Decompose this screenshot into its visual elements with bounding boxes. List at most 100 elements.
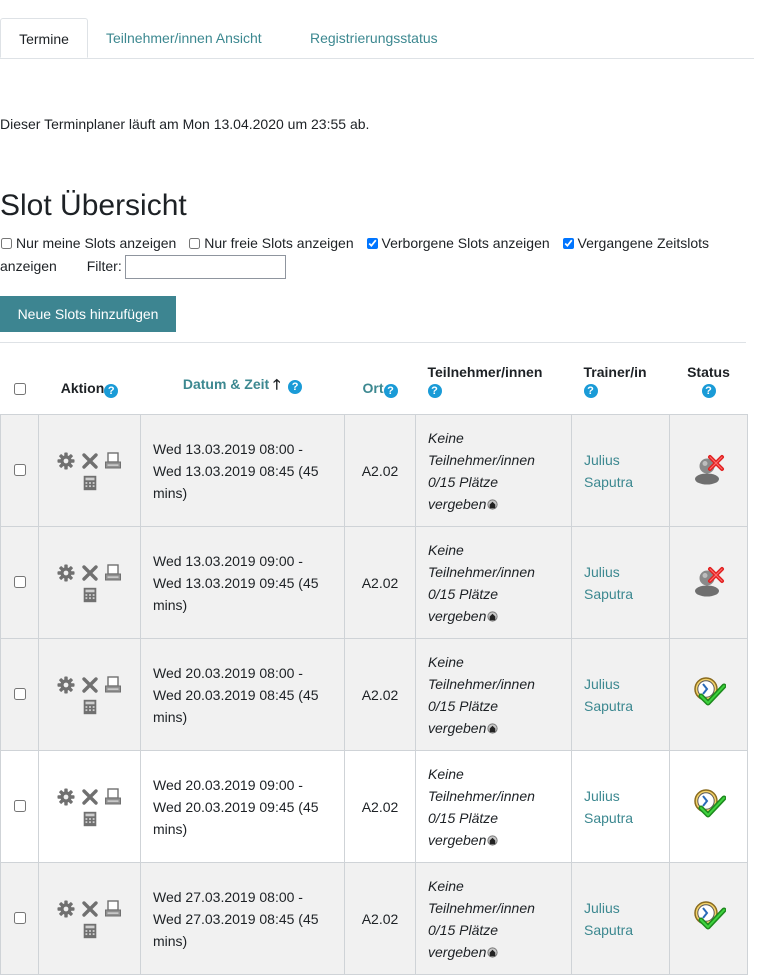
print-icon[interactable] bbox=[103, 451, 123, 471]
tab-teilnehmer-ansicht[interactable]: Teilnehmer/innen Ansicht bbox=[106, 18, 262, 58]
datetime-header[interactable]: Datum & Zeit 🡑 ? bbox=[141, 344, 345, 415]
row-select-cell bbox=[0, 526, 39, 639]
table-row: Wed 20.03.2019 08:00 - Wed 20.03.2019 08:… bbox=[0, 638, 748, 751]
datetime-cell: Wed 20.03.2019 09:00 - Wed 20.03.2019 09:… bbox=[140, 750, 345, 863]
action-cell bbox=[38, 862, 141, 975]
slot-info-icon[interactable] bbox=[486, 834, 499, 847]
table-row: Wed 20.03.2019 09:00 - Wed 20.03.2019 09:… bbox=[0, 750, 748, 863]
participants-cell: Keine Teilnehmer/innen 0/15 Plätze vergeb… bbox=[415, 750, 572, 863]
delete-icon[interactable] bbox=[80, 563, 100, 583]
settings-gear-icon[interactable] bbox=[56, 563, 76, 583]
action-cell bbox=[38, 750, 141, 863]
location-cell: A2.02 bbox=[344, 862, 416, 975]
action-cell bbox=[38, 414, 141, 527]
slot-info-icon[interactable] bbox=[486, 722, 499, 735]
print-icon[interactable] bbox=[103, 787, 123, 807]
filter-label: Filter: bbox=[86, 258, 122, 274]
help-icon[interactable]: ? bbox=[104, 384, 119, 398]
settings-gear-icon[interactable] bbox=[56, 899, 76, 919]
row-checkbox[interactable] bbox=[13, 575, 26, 588]
calculator-icon[interactable] bbox=[81, 698, 99, 716]
help-icon[interactable]: ? bbox=[427, 384, 442, 398]
show-past-checkbox[interactable] bbox=[562, 238, 574, 249]
print-icon[interactable] bbox=[103, 899, 123, 919]
calculator-icon[interactable] bbox=[81, 474, 99, 492]
trainer-cell[interactable]: Julius Saputra bbox=[571, 750, 670, 863]
settings-gear-icon[interactable] bbox=[56, 675, 76, 695]
help-icon[interactable]: ? bbox=[383, 384, 398, 398]
row-select-cell bbox=[0, 862, 39, 975]
help-icon[interactable]: ? bbox=[583, 384, 598, 398]
participants-header: Teilnehmer/innen? bbox=[427, 364, 543, 398]
datetime-cell: Wed 13.03.2019 08:00 - Wed 13.03.2019 08:… bbox=[140, 414, 345, 527]
trainer-cell[interactable]: Julius Saputra bbox=[571, 638, 670, 751]
show-past-option[interactable]: Vergangene Zeitslots bbox=[562, 235, 709, 251]
row-checkbox[interactable] bbox=[13, 687, 26, 700]
table-row: Wed 13.03.2019 09:00 - Wed 13.03.2019 09:… bbox=[0, 526, 748, 639]
add-slots-button[interactable]: Neue Slots hinzufügen bbox=[0, 296, 176, 332]
page-title: Slot Übersicht bbox=[0, 189, 187, 222]
row-select-cell bbox=[0, 414, 39, 527]
slot-open-icon bbox=[692, 675, 726, 709]
slot-past-icon bbox=[692, 451, 726, 485]
calculator-icon[interactable] bbox=[81, 810, 99, 828]
delete-icon[interactable] bbox=[80, 899, 100, 919]
trainer-cell[interactable]: Julius Saputra bbox=[571, 862, 670, 975]
delete-icon[interactable] bbox=[80, 787, 100, 807]
help-icon[interactable]: ? bbox=[701, 384, 716, 398]
trainer-cell[interactable]: Julius Saputra bbox=[571, 526, 670, 639]
location-header[interactable]: Ort? bbox=[345, 344, 416, 415]
row-checkbox[interactable] bbox=[13, 463, 26, 476]
filter-input[interactable] bbox=[124, 255, 286, 280]
participants-cell: Keine Teilnehmer/innen 0/15 Plätze vergeb… bbox=[415, 638, 572, 751]
divider bbox=[0, 342, 746, 343]
delete-icon[interactable] bbox=[80, 675, 100, 695]
only-free-option[interactable]: Nur freie Slots anzeigen bbox=[188, 235, 354, 251]
action-cell bbox=[38, 526, 141, 639]
delete-icon[interactable] bbox=[80, 451, 100, 471]
slot-open-icon bbox=[692, 899, 726, 933]
select-all-checkbox[interactable] bbox=[13, 383, 26, 395]
only-mine-option[interactable]: Nur meine Slots anzeigen bbox=[0, 235, 176, 251]
slot-filter-options: Nur meine Slots anzeigen Nur freie Slots… bbox=[0, 232, 755, 280]
status-cell bbox=[669, 526, 748, 639]
tab-registrierungsstatus[interactable]: Registrierungsstatus bbox=[310, 18, 438, 58]
datetime-cell: Wed 20.03.2019 08:00 - Wed 20.03.2019 08:… bbox=[140, 638, 345, 751]
only-free-checkbox[interactable] bbox=[189, 238, 201, 249]
location-cell: A2.02 bbox=[344, 750, 416, 863]
location-cell: A2.02 bbox=[344, 414, 416, 527]
status-header: Status? bbox=[687, 364, 730, 398]
settings-gear-icon[interactable] bbox=[56, 787, 76, 807]
status-cell bbox=[669, 638, 748, 751]
slot-info-icon[interactable] bbox=[486, 610, 499, 623]
trainer-header: Trainer/in? bbox=[583, 364, 647, 398]
slot-info-icon[interactable] bbox=[486, 946, 499, 959]
print-icon[interactable] bbox=[103, 675, 123, 695]
table-row: Wed 13.03.2019 08:00 - Wed 13.03.2019 08:… bbox=[0, 414, 748, 527]
show-hidden-checkbox[interactable] bbox=[366, 238, 378, 249]
print-icon[interactable] bbox=[103, 563, 123, 583]
datetime-cell: Wed 27.03.2019 08:00 - Wed 27.03.2019 08:… bbox=[140, 862, 345, 975]
tab-termine[interactable]: Termine bbox=[0, 18, 88, 58]
tab-bar: Termine Teilnehmer/innen Ansicht Registr… bbox=[0, 18, 754, 59]
select-all-header bbox=[1, 344, 39, 415]
help-icon[interactable]: ? bbox=[288, 380, 303, 394]
status-cell bbox=[669, 862, 748, 975]
row-checkbox[interactable] bbox=[13, 911, 26, 924]
show-hidden-option[interactable]: Verborgene Slots anzeigen bbox=[366, 235, 550, 251]
slot-open-icon bbox=[692, 787, 726, 821]
settings-gear-icon[interactable] bbox=[56, 451, 76, 471]
location-cell: A2.02 bbox=[344, 638, 416, 751]
row-checkbox[interactable] bbox=[13, 799, 26, 812]
participants-cell: Keine Teilnehmer/innen 0/15 Plätze vergeb… bbox=[415, 526, 572, 639]
action-cell bbox=[38, 638, 141, 751]
calculator-icon[interactable] bbox=[81, 922, 99, 940]
slot-info-icon[interactable] bbox=[486, 498, 499, 511]
status-cell bbox=[669, 414, 748, 527]
trainer-cell[interactable]: Julius Saputra bbox=[571, 414, 670, 527]
location-cell: A2.02 bbox=[344, 526, 416, 639]
datetime-cell: Wed 13.03.2019 09:00 - Wed 13.03.2019 09:… bbox=[140, 526, 345, 639]
only-mine-checkbox[interactable] bbox=[1, 238, 12, 249]
calculator-icon[interactable] bbox=[81, 586, 99, 604]
row-select-cell bbox=[0, 750, 39, 863]
